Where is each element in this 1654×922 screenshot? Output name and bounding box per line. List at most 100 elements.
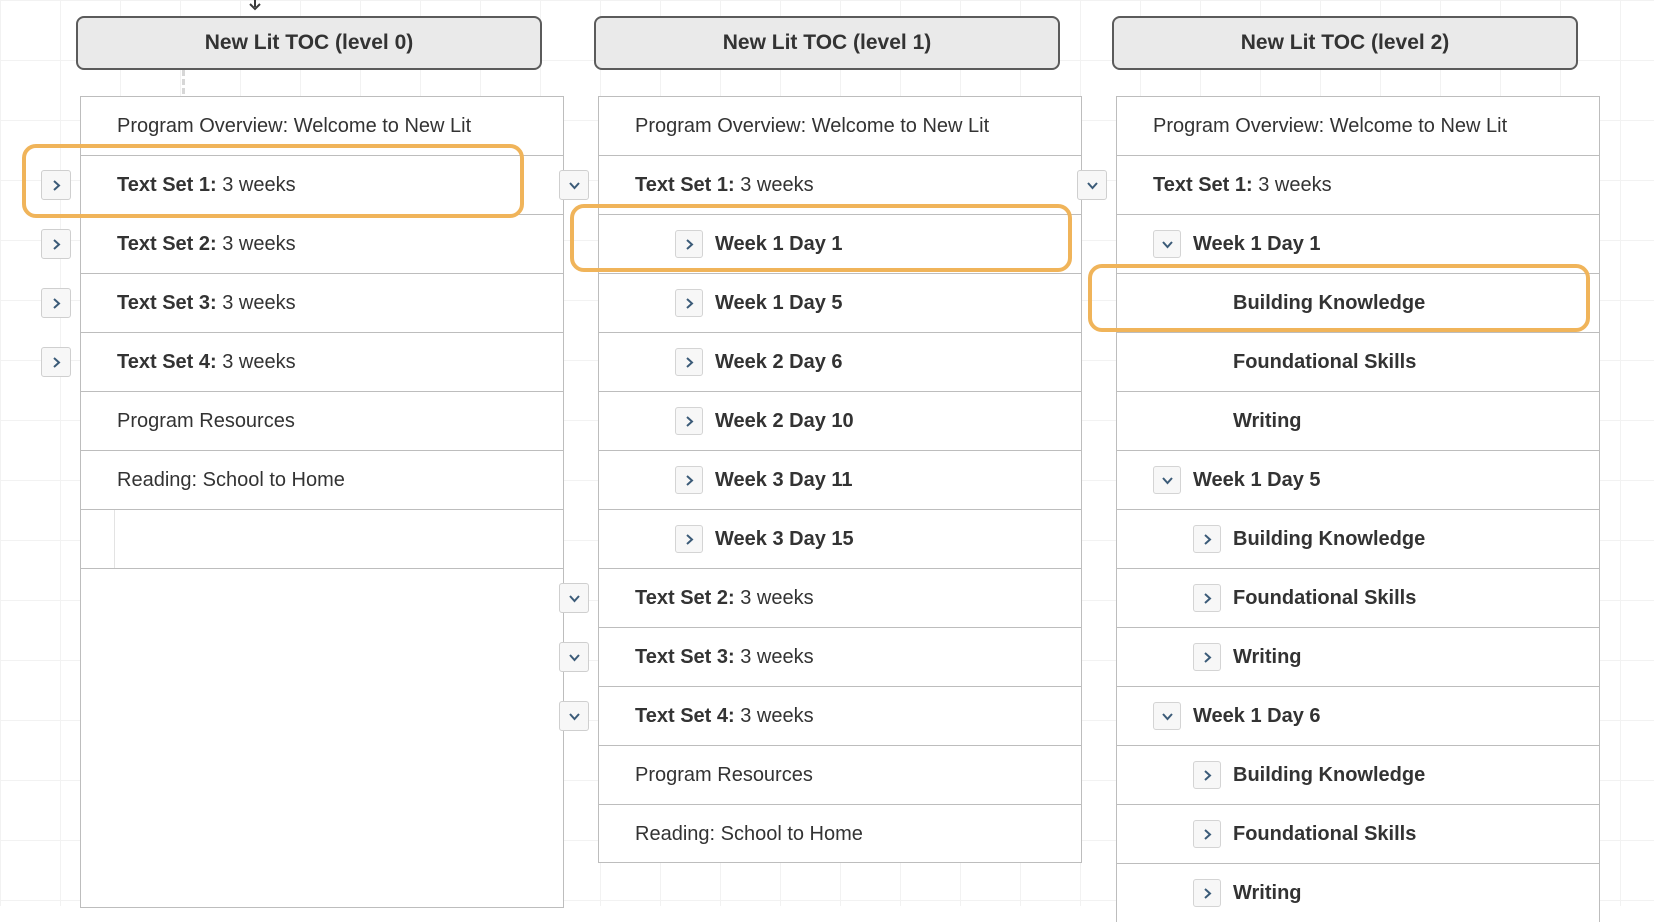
chevron-down-icon bbox=[1162, 711, 1173, 722]
row-textset-1[interactable]: Text Set 1: 3 weeks bbox=[81, 155, 564, 214]
row-week1-day5[interactable]: Week 1 Day 5 bbox=[599, 273, 1082, 332]
label-bold: Week 1 Day 1 bbox=[715, 233, 843, 255]
expand-toggle[interactable] bbox=[675, 289, 703, 317]
label-bold: Week 2 Day 10 bbox=[715, 410, 854, 432]
label-bold: Text Set 3: bbox=[117, 292, 217, 314]
chevron-right-icon bbox=[1202, 534, 1213, 545]
label-bold: Text Set 2: bbox=[117, 233, 217, 255]
row-textset-3[interactable]: Text Set 3: 3 weeks bbox=[81, 273, 564, 332]
row-program-overview[interactable]: Program Overview: Welcome to New Lit bbox=[81, 96, 564, 155]
label-duration: 3 weeks bbox=[1253, 174, 1332, 196]
row-week2-day10[interactable]: Week 2 Day 10 bbox=[599, 391, 1082, 450]
expand-toggle[interactable] bbox=[675, 466, 703, 494]
collapse-toggle[interactable] bbox=[559, 170, 589, 200]
expand-toggle[interactable] bbox=[1193, 525, 1221, 553]
expand-toggle[interactable] bbox=[41, 170, 71, 200]
chevron-down-icon bbox=[569, 652, 580, 663]
row-week1-day1[interactable]: Week 1 Day 1 bbox=[599, 214, 1082, 273]
collapse-toggle[interactable] bbox=[1153, 466, 1181, 494]
row-program-resources[interactable]: Program Resources bbox=[81, 391, 564, 450]
row-textset-1[interactable]: Text Set 1: 3 weeks bbox=[1117, 155, 1600, 214]
row-building-knowledge[interactable]: Building Knowledge bbox=[1117, 745, 1600, 804]
row-week2-day6[interactable]: Week 2 Day 6 bbox=[599, 332, 1082, 391]
row-reading-school-to-home[interactable]: Reading: School to Home bbox=[81, 450, 564, 509]
row-textset-2[interactable]: Text Set 2: 3 weeks bbox=[81, 214, 564, 273]
label-bold: Week 3 Day 11 bbox=[715, 469, 853, 491]
expand-toggle[interactable] bbox=[1193, 879, 1221, 907]
chevron-right-icon bbox=[684, 416, 695, 427]
row-writing[interactable]: Writing bbox=[1117, 863, 1600, 922]
chevron-down-icon bbox=[1162, 239, 1173, 250]
label-bold: Writing bbox=[1233, 882, 1302, 904]
row-week1-day6[interactable]: Week 1 Day 6 bbox=[1117, 686, 1600, 745]
label-bold: Text Set 4: bbox=[117, 351, 217, 373]
label: Program Overview: Welcome to New Lit bbox=[1153, 115, 1507, 137]
expand-toggle[interactable] bbox=[1193, 584, 1221, 612]
expand-toggle[interactable] bbox=[41, 288, 71, 318]
row-foundational-skills[interactable]: Foundational Skills bbox=[1117, 568, 1600, 627]
expand-toggle[interactable] bbox=[1193, 820, 1221, 848]
row-week1-day1[interactable]: Week 1 Day 1 bbox=[1117, 214, 1600, 273]
expand-toggle[interactable] bbox=[675, 230, 703, 258]
row-building-knowledge[interactable]: Building Knowledge bbox=[1117, 273, 1600, 332]
label-bold: Foundational Skills bbox=[1233, 351, 1416, 373]
expand-toggle[interactable] bbox=[675, 348, 703, 376]
label-bold: Text Set 2: bbox=[635, 587, 740, 609]
label-bold: Building Knowledge bbox=[1233, 292, 1425, 314]
label-bold: Foundational Skills bbox=[1233, 587, 1416, 609]
label-bold: Week 1 Day 5 bbox=[1193, 469, 1321, 491]
expand-toggle[interactable] bbox=[41, 347, 71, 377]
chevron-right-icon bbox=[1202, 888, 1213, 899]
row-textset-3[interactable]: Text Set 3: 3 weeks bbox=[599, 627, 1082, 686]
column-title: New Lit TOC (level 2) bbox=[1241, 31, 1450, 55]
expand-toggle[interactable] bbox=[675, 407, 703, 435]
row-week3-day15[interactable]: Week 3 Day 15 bbox=[599, 509, 1082, 568]
label-bold: Writing bbox=[1233, 410, 1302, 432]
collapse-toggle[interactable] bbox=[559, 642, 589, 672]
row-program-overview[interactable]: Program Overview: Welcome to New Lit bbox=[599, 96, 1082, 155]
expand-toggle[interactable] bbox=[1193, 643, 1221, 671]
row-reading-school-to-home[interactable]: Reading: School to Home bbox=[599, 804, 1082, 863]
label-bold: Building Knowledge bbox=[1233, 528, 1425, 550]
collapse-toggle[interactable] bbox=[559, 583, 589, 613]
chevron-right-icon bbox=[51, 180, 62, 191]
row-building-knowledge[interactable]: Building Knowledge bbox=[1117, 509, 1600, 568]
chevron-down-icon bbox=[569, 711, 580, 722]
chevron-right-icon bbox=[1202, 593, 1213, 604]
label-bold: Text Set 3: bbox=[635, 646, 735, 668]
collapse-toggle[interactable] bbox=[559, 701, 589, 731]
row-textset-4[interactable]: Text Set 4: 3 weeks bbox=[81, 332, 564, 391]
row-textset-4[interactable]: Text Set 4: 3 weeks bbox=[599, 686, 1082, 745]
collapse-toggle[interactable] bbox=[1153, 702, 1181, 730]
row-foundational-skills[interactable]: Foundational Skills bbox=[1117, 332, 1600, 391]
row-program-resources[interactable]: Program Resources bbox=[599, 745, 1082, 804]
collapse-toggle[interactable] bbox=[1153, 230, 1181, 258]
chevron-right-icon bbox=[51, 298, 62, 309]
column-level-2: New Lit TOC (level 2) Program Overview: … bbox=[1100, 16, 1600, 922]
label-duration: 3 weeks bbox=[735, 646, 814, 668]
label: Reading: School to Home bbox=[635, 823, 863, 845]
row-foundational-skills[interactable]: Foundational Skills bbox=[1117, 804, 1600, 863]
row-week1-day5[interactable]: Week 1 Day 5 bbox=[1117, 450, 1600, 509]
label: Reading: School to Home bbox=[117, 469, 345, 491]
row-textset-1[interactable]: Text Set 1: 3 weeks bbox=[599, 155, 1082, 214]
expand-toggle[interactable] bbox=[1193, 761, 1221, 789]
row-program-overview[interactable]: Program Overview: Welcome to New Lit bbox=[1117, 96, 1600, 155]
collapse-toggle[interactable] bbox=[1077, 170, 1107, 200]
chevron-down-icon bbox=[1162, 475, 1173, 486]
label-bold: Week 2 Day 6 bbox=[715, 351, 843, 373]
tree-level-2: Program Overview: Welcome to New Lit Tex… bbox=[1116, 96, 1600, 922]
label-bold: Week 1 Day 6 bbox=[1193, 705, 1321, 727]
column-header-level-1: New Lit TOC (level 1) bbox=[594, 16, 1060, 70]
label: Program Overview: Welcome to New Lit bbox=[635, 115, 989, 137]
column-title: New Lit TOC (level 0) bbox=[205, 31, 414, 55]
row-writing[interactable]: Writing bbox=[1117, 627, 1600, 686]
empty-row bbox=[81, 568, 564, 908]
row-textset-2[interactable]: Text Set 2: 3 weeks bbox=[599, 568, 1082, 627]
row-week3-day11[interactable]: Week 3 Day 11 bbox=[599, 450, 1082, 509]
expand-toggle[interactable] bbox=[675, 525, 703, 553]
chevron-down-icon bbox=[569, 593, 580, 604]
row-writing[interactable]: Writing bbox=[1117, 391, 1600, 450]
label-bold: Text Set 1: bbox=[1153, 174, 1253, 196]
expand-toggle[interactable] bbox=[41, 229, 71, 259]
